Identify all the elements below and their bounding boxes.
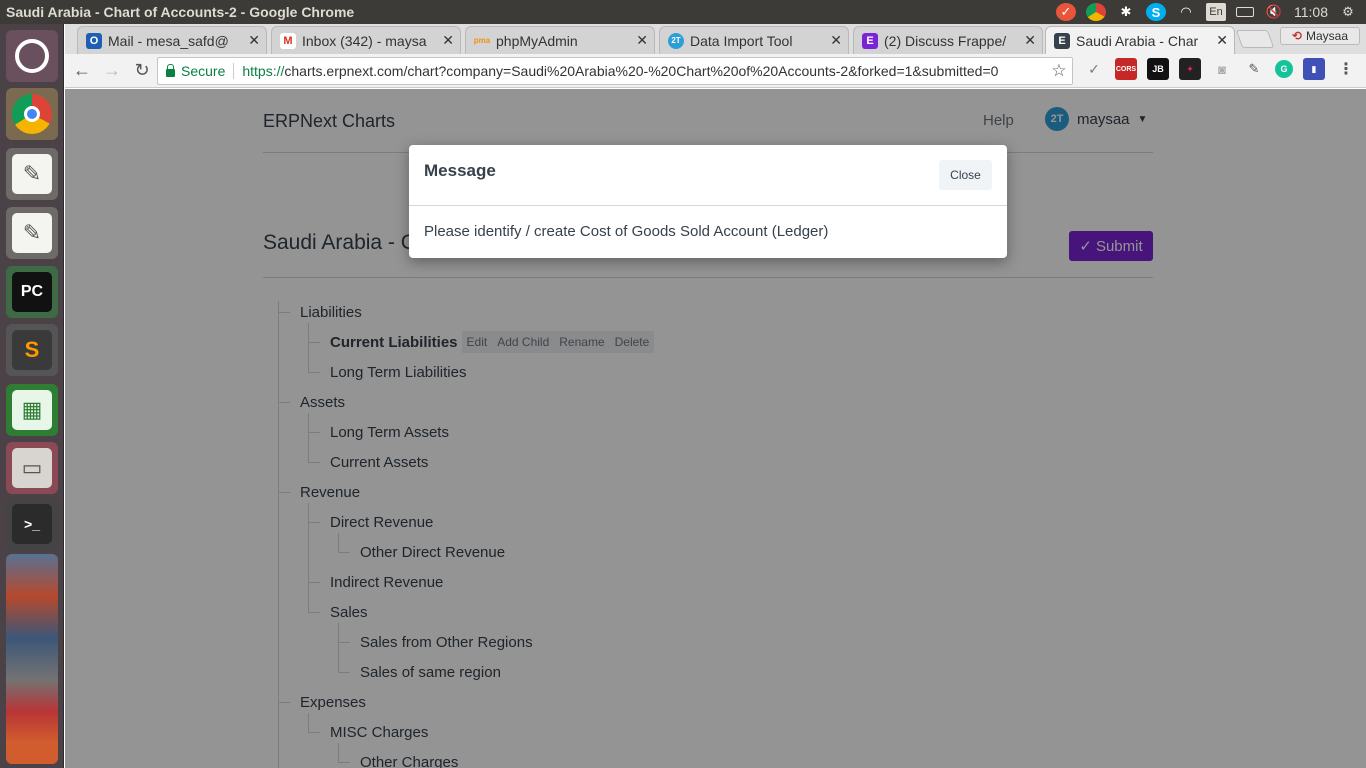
battery-icon[interactable] (1236, 7, 1254, 17)
keyboard-layout-indicator[interactable]: En (1206, 3, 1226, 21)
discuss-icon: E (862, 32, 878, 49)
grammarly-extension-icon[interactable]: G (1275, 60, 1293, 78)
tab-strip: O Mail - mesa_safd@ ✕ M Inbox (342) - ma… (65, 24, 1366, 54)
gmail-icon: M (280, 32, 296, 49)
bookmark-star-icon[interactable]: ☆ (1046, 61, 1072, 81)
url-scheme: https:// (242, 63, 285, 79)
wifi-icon[interactable]: ◠ (1176, 3, 1196, 21)
close-icon[interactable]: ✕ (1216, 32, 1228, 49)
tab-label: Mail - mesa_safd@ (108, 32, 229, 49)
chrome-tray-icon[interactable] (1086, 3, 1106, 21)
tab-mail[interactable]: O Mail - mesa_safd@ ✕ (77, 26, 267, 54)
system-top-panel: Saudi Arabia - Chart of Accounts-2 - Goo… (0, 0, 1366, 24)
tab-label: Saudi Arabia - Char (1076, 32, 1199, 49)
text-editor-2-icon[interactable]: ✎ (6, 207, 58, 259)
tab-inbox[interactable]: M Inbox (342) - maysa ✕ (271, 26, 461, 54)
close-icon[interactable]: ✕ (830, 32, 842, 49)
reload-icon[interactable]: ↻ (129, 58, 155, 84)
secure-indicator[interactable]: Secure (158, 63, 225, 79)
pycharm-icon[interactable]: PC (6, 266, 58, 318)
task-check-icon[interactable]: ✓ (1056, 3, 1076, 21)
checkmark-extension-icon[interactable]: ✓ (1083, 58, 1105, 80)
lock-icon (166, 63, 175, 77)
text-editor-icon[interactable]: ✎ (6, 148, 58, 200)
secure-label: Secure (181, 63, 226, 79)
color-extension-icon[interactable]: ✦ (1179, 58, 1201, 80)
close-button[interactable]: Close (939, 160, 992, 190)
phpmyadmin-icon: pma (473, 36, 491, 45)
outlook-icon: O (86, 32, 102, 49)
close-icon[interactable]: ✕ (636, 32, 648, 49)
erpnext-e-icon: E (1054, 32, 1070, 49)
launcher: ✎ ✎ PC S ▦ ▭ >_ (0, 24, 64, 768)
tab-data-import-tool[interactable]: 2T Data Import Tool ✕ (659, 26, 849, 54)
camera-extension-icon[interactable]: ◙ (1211, 58, 1233, 80)
forward-arrow-icon[interactable]: → (99, 58, 125, 84)
dialog-message: Please identify / create Cost of Goods S… (424, 223, 829, 240)
url-text[interactable]: https://charts.erpnext.com/chart?company… (242, 63, 1046, 79)
jb-extension-icon[interactable]: JB (1147, 58, 1169, 80)
puzzle-tray-icon[interactable]: ✱ (1116, 3, 1136, 21)
window-title: Saudi Arabia - Chart of Accounts-2 - Goo… (6, 4, 355, 20)
tab-phpmyadmin[interactable]: pma phpMyAdmin ✕ (465, 26, 655, 54)
cors-extension-icon[interactable]: CORS (1115, 58, 1137, 80)
message-dialog: Message Close Please identify / create C… (409, 145, 1007, 258)
gear-icon[interactable]: ⚙ (1338, 3, 1358, 21)
menu-icon[interactable]: ⋮ (1335, 58, 1357, 80)
close-icon[interactable]: ✕ (442, 32, 454, 49)
clock[interactable]: 11:08 (1294, 4, 1328, 20)
tab-label: (2) Discuss Frappe/ (884, 32, 1007, 49)
profile-icon: ⟲ (1291, 29, 1303, 43)
close-icon[interactable]: ✕ (1024, 32, 1036, 49)
tab-discuss[interactable]: E (2) Discuss Frappe/ ✕ (853, 26, 1043, 54)
files-icon[interactable]: ▭ (6, 442, 58, 494)
erpnext-icon: 2T (668, 32, 684, 49)
stacked-apps-icon[interactable] (6, 554, 58, 764)
new-tab-button[interactable] (1235, 30, 1275, 48)
tab-label: phpMyAdmin (496, 32, 578, 49)
profile-name: Maysaa (1306, 29, 1349, 43)
tab-label: Data Import Tool (690, 32, 793, 49)
tab-label: Inbox (342) - maysa (302, 32, 427, 49)
tab-saudi-arabia[interactable]: E Saudi Arabia - Char ✕ (1045, 26, 1235, 54)
profile-button[interactable]: ⟲ Maysaa (1280, 27, 1360, 45)
extensions-area: ✓ CORS JB ✦ ◙ ✎ G ▮ ⋮ (1083, 58, 1357, 80)
browser-window: O Mail - mesa_safd@ ✕ M Inbox (342) - ma… (65, 24, 1366, 768)
browser-toolbar: ← → ↻ Secure https://charts.erpnext.com/… (65, 54, 1366, 88)
terminal-icon[interactable]: >_ (6, 498, 58, 550)
back-arrow-icon[interactable]: ← (69, 58, 95, 84)
dialog-title: Message (424, 161, 496, 180)
bookmark-extension-icon[interactable]: ▮ (1303, 58, 1325, 80)
skype-tray-icon[interactable]: S (1146, 3, 1166, 21)
dialog-header: Message Close (409, 145, 1007, 206)
eyedropper-extension-icon[interactable]: ✎ (1243, 58, 1265, 80)
page-content: ERPNext Charts Help 2T maysaa ▼ Saudi Ar… (65, 89, 1366, 768)
sublime-text-icon[interactable]: S (6, 324, 58, 376)
system-tray: ✓ ✱ S ◠ En 🔇 11:08 ⚙ (1056, 3, 1366, 21)
close-icon[interactable]: ✕ (248, 32, 260, 49)
chrome-launcher-icon[interactable] (6, 88, 58, 140)
address-bar[interactable]: Secure https://charts.erpnext.com/chart?… (157, 57, 1073, 85)
divider (233, 63, 235, 79)
ubuntu-dash-icon[interactable] (6, 30, 58, 82)
url-path: charts.erpnext.com/chart?company=Saudi%2… (284, 63, 999, 79)
volume-mute-icon[interactable]: 🔇 (1264, 3, 1284, 21)
libreoffice-calc-icon[interactable]: ▦ (6, 384, 58, 436)
